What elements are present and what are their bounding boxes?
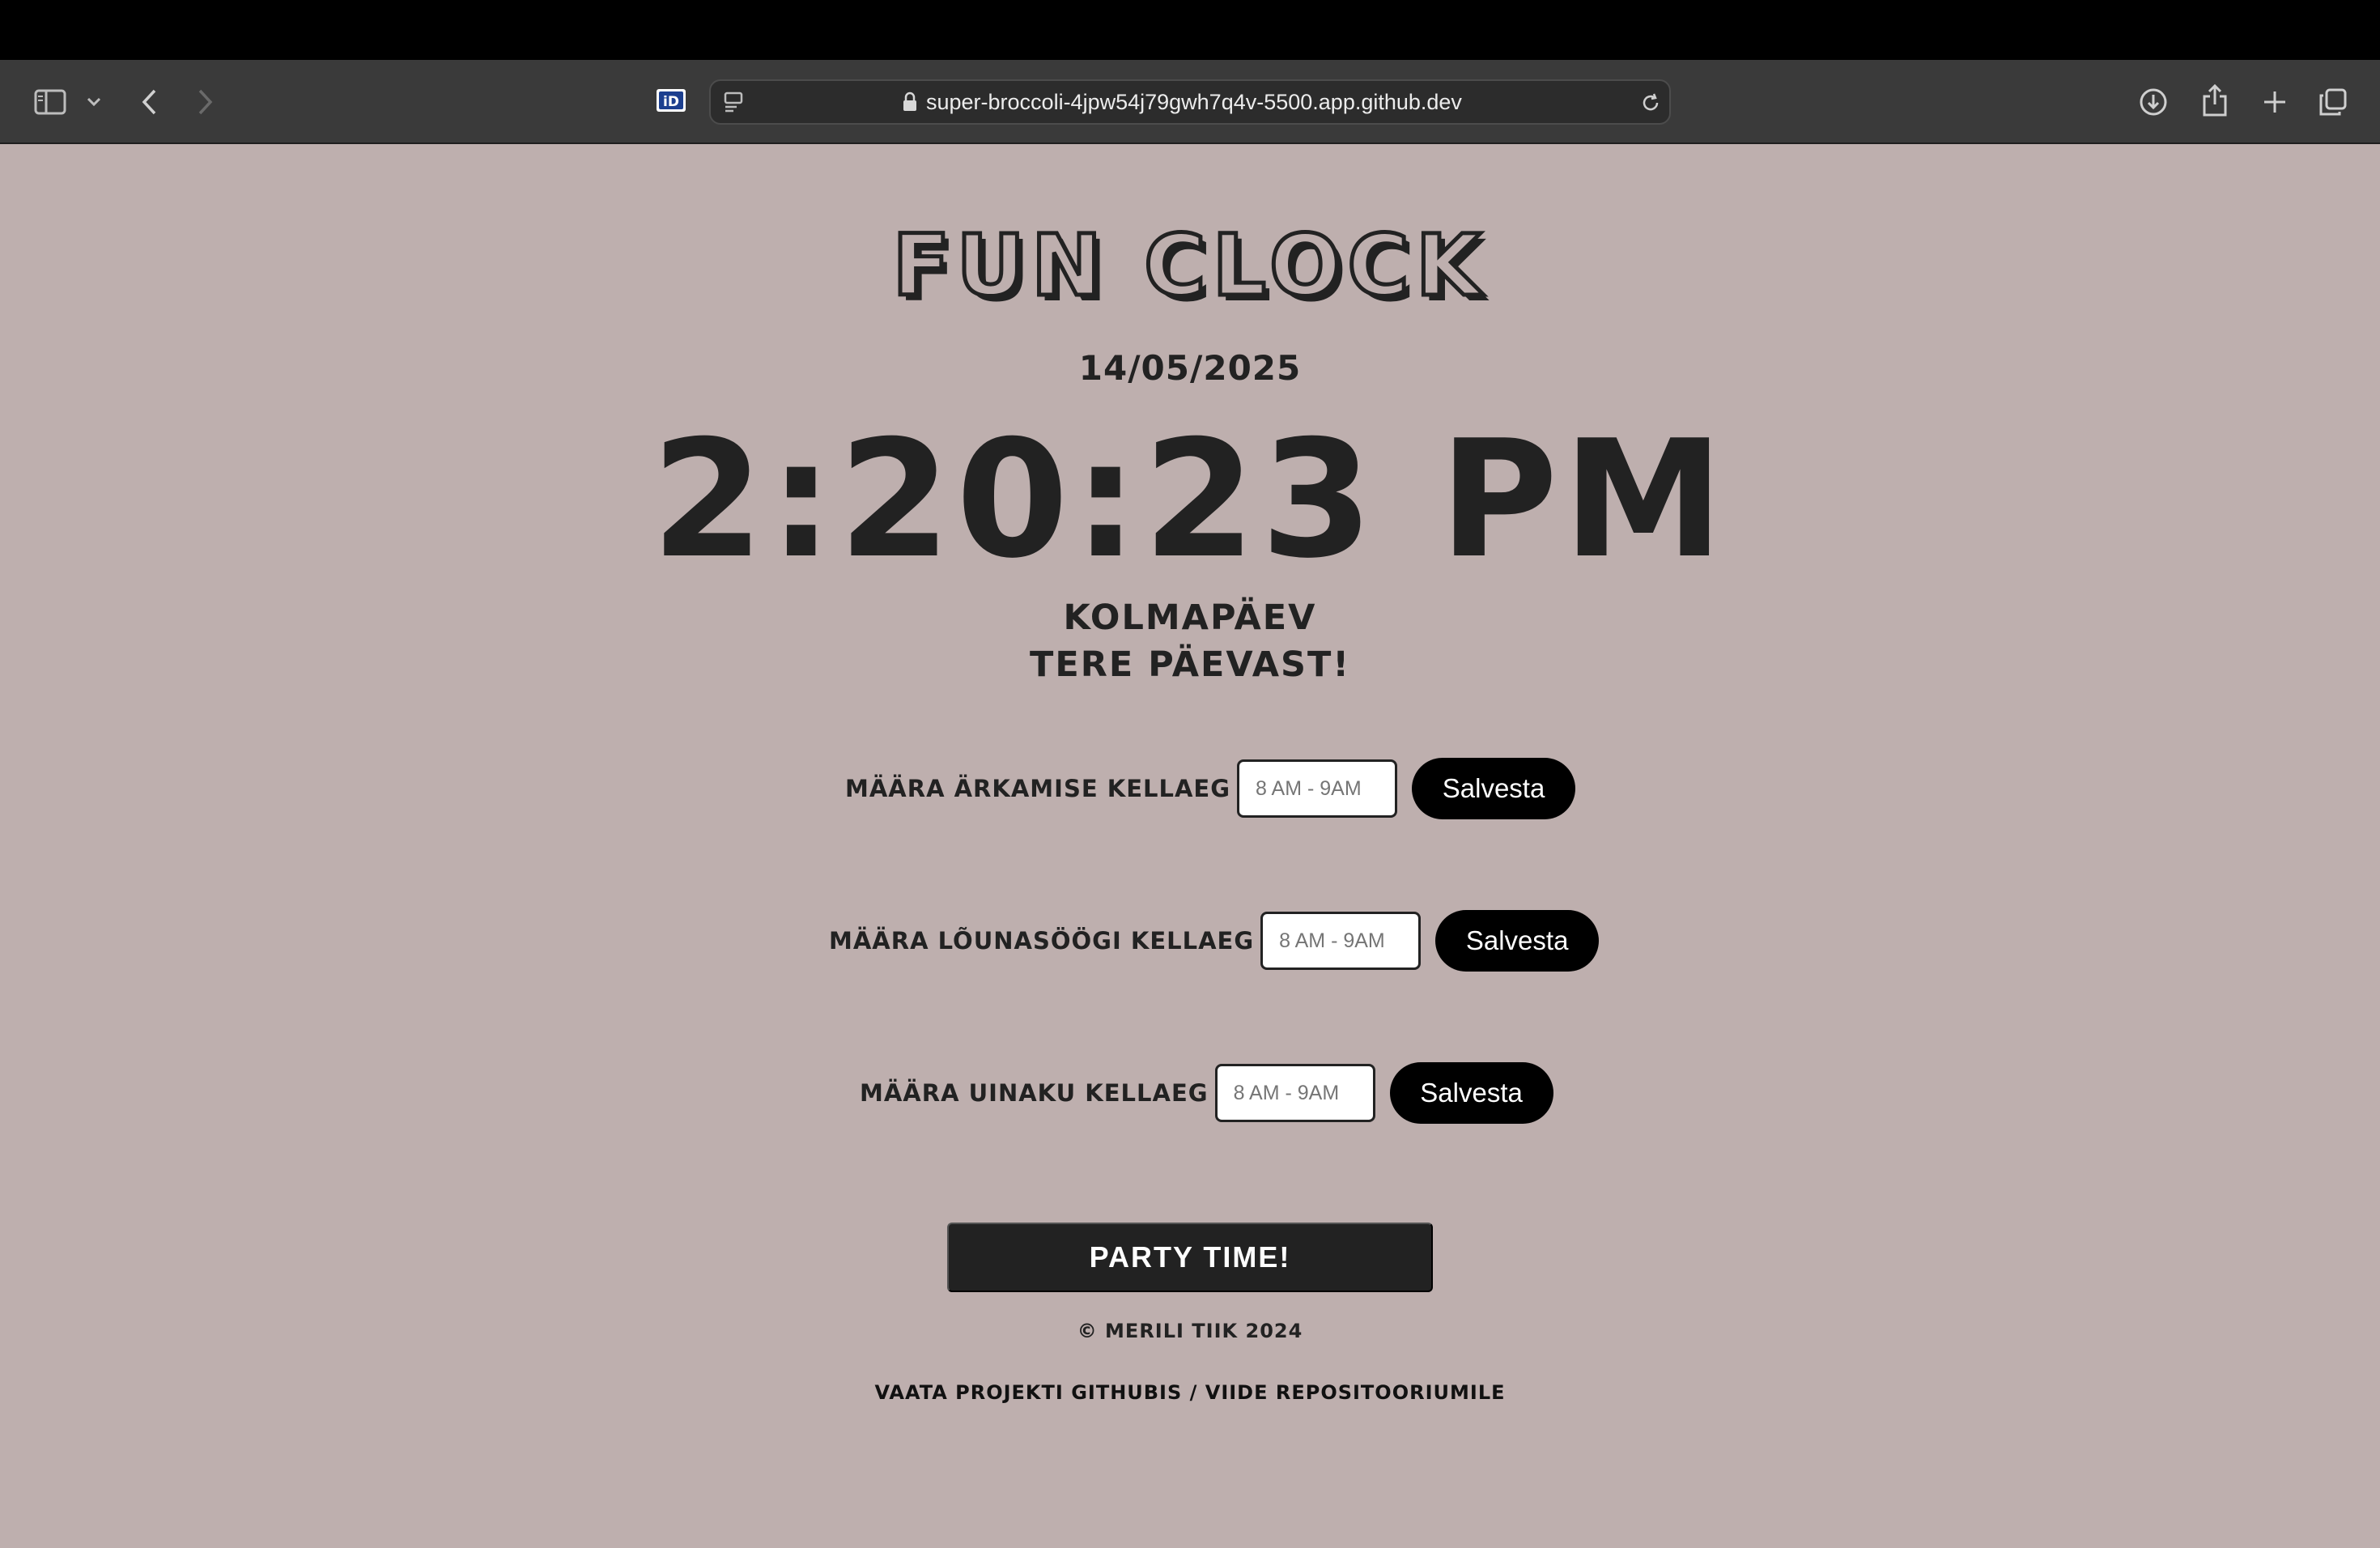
new-tab-icon[interactable] xyxy=(2257,84,2293,120)
weekday-label: KOLMAPÄEV xyxy=(1063,598,1317,638)
party-time-button[interactable]: PARTY TIME! xyxy=(947,1223,1433,1292)
save-nap-time-button[interactable]: Salvesta xyxy=(1389,1062,1553,1124)
page-content: FUN CLOCK 14/05/2025 2:20:23 PM KOLMAPÄE… xyxy=(0,144,2380,1548)
chevron-down-icon[interactable] xyxy=(84,92,104,112)
wake-time-row: MÄÄRA ÄRKAMISE KELLAEG Salvesta xyxy=(845,758,1576,819)
extension-label: iD xyxy=(663,94,679,110)
lunch-time-input[interactable] xyxy=(1260,912,1422,970)
nap-time-label: MÄÄRA UINAKU KELLAEG xyxy=(860,1079,1209,1107)
copyright-text: © MERILI TIIK 2024 xyxy=(1077,1320,1303,1342)
back-icon[interactable] xyxy=(136,84,162,120)
address-bar[interactable]: super-broccoli-4jpw54j79gwh7q4v-5500.app… xyxy=(709,79,1671,125)
wake-time-input[interactable] xyxy=(1237,759,1398,818)
page-menu-icon[interactable] xyxy=(720,89,746,115)
download-icon[interactable] xyxy=(2136,84,2171,120)
github-link[interactable]: VAATA PROJEKTI GITHUBIS / VIIDE REPOSITO… xyxy=(0,1381,2380,1404)
clock-display: 2:20:23 PM xyxy=(651,406,1729,594)
nap-time-row: MÄÄRA UINAKU KELLAEG Salvesta xyxy=(860,1062,1553,1124)
url-text[interactable]: super-broccoli-4jpw54j79gwh7q4v-5500.app… xyxy=(926,81,1462,123)
share-icon[interactable] xyxy=(2197,81,2233,120)
wake-time-label: MÄÄRA ÄRKAMISE KELLAEG xyxy=(845,775,1231,802)
save-wake-time-button[interactable]: Salvesta xyxy=(1412,758,1576,819)
lunch-time-label: MÄÄRA LÕUNASÖÖGI KELLAEG xyxy=(829,927,1255,955)
save-lunch-time-button[interactable]: Salvesta xyxy=(1435,910,1600,972)
lunch-time-row: MÄÄRA LÕUNASÖÖGI KELLAEG Salvesta xyxy=(829,910,1600,972)
nap-time-input[interactable] xyxy=(1214,1064,1375,1122)
current-date: 14/05/2025 xyxy=(1078,348,1302,388)
browser-toolbar: iD super-broccoli-4jpw54j79gwh7q4v-5500.… xyxy=(0,60,2380,144)
forward-icon[interactable] xyxy=(193,84,219,120)
tab-overview-icon[interactable] xyxy=(2315,84,2351,120)
greeting-text: TERE PÄEVAST! xyxy=(1030,644,1350,685)
reload-icon[interactable] xyxy=(1638,91,1663,115)
extension-icon[interactable]: iD xyxy=(656,87,686,113)
lock-icon xyxy=(899,91,921,113)
app-title: FUN CLOCK xyxy=(890,215,1488,317)
sidebar-toggle-icon[interactable] xyxy=(32,84,68,120)
window-top-bar xyxy=(0,0,2380,60)
